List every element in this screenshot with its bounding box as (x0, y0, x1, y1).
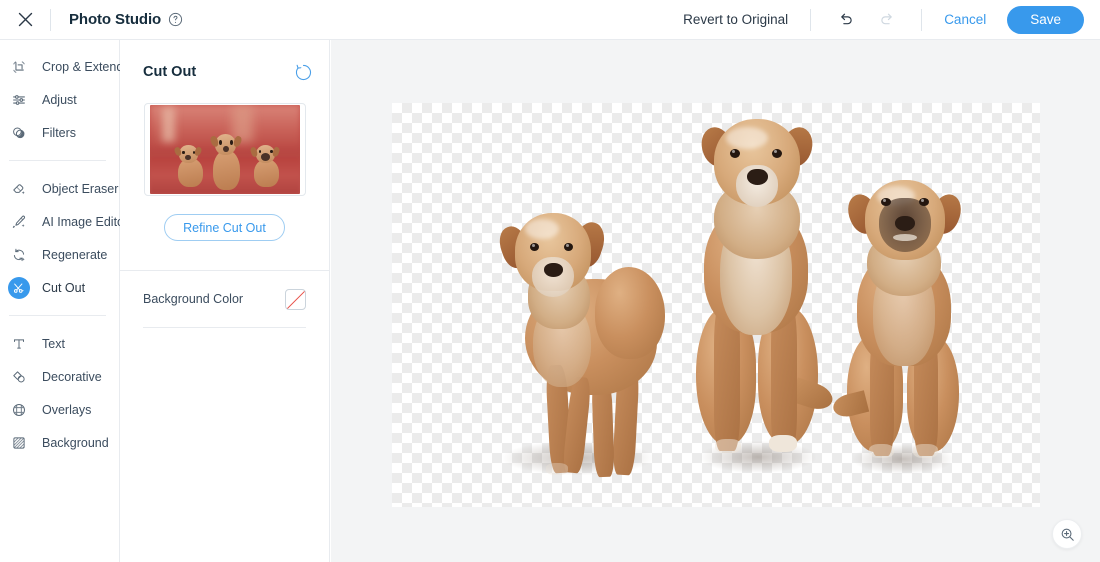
canvas-area[interactable] (331, 40, 1100, 562)
sidebar-item-ai-image-editor[interactable]: AI Image Editor (0, 205, 128, 238)
background-color-swatch[interactable] (285, 288, 306, 310)
sidebar-item-label: Crop & Extend (42, 59, 124, 74)
revert-to-original-button[interactable]: Revert to Original (683, 12, 788, 27)
artboard-transparent[interactable] (392, 103, 1040, 507)
dog-right (830, 176, 967, 479)
decorative-icon (9, 367, 29, 387)
help-circle-icon[interactable] (168, 12, 183, 27)
redo-icon (873, 7, 899, 33)
panel-header: Cut Out (120, 40, 329, 82)
sidebar-item-label: Regenerate (42, 247, 108, 262)
dog-center (692, 111, 836, 479)
page-title: Photo Studio (69, 11, 162, 28)
scissors-sparkle-icon (8, 276, 30, 299)
sidebar-item-label: AI Image Editor (42, 214, 129, 229)
crop-icon (9, 57, 29, 77)
dog-left (494, 205, 670, 480)
sidebar-item-decorative[interactable]: Decorative (0, 360, 119, 393)
sidebar-item-label: Text (42, 336, 65, 351)
sidebar-item-overlays[interactable]: Overlays (0, 393, 119, 426)
zoom-in-icon[interactable] (1052, 519, 1082, 549)
sidebar-item-background[interactable]: Background (0, 426, 119, 459)
eraser-sparkle-icon (9, 179, 29, 199)
text-icon (9, 334, 29, 354)
sidebar-item-object-eraser[interactable]: Object Eraser (0, 172, 119, 205)
sidebar-item-crop-extend[interactable]: Crop & Extend (0, 50, 123, 83)
sidebar-item-cut-out[interactable]: Cut Out (0, 271, 119, 304)
undo-icon[interactable] (833, 7, 859, 33)
overlays-icon (9, 400, 29, 420)
sidebar-divider-2 (9, 315, 106, 316)
sidebar-item-label: Overlays (42, 402, 92, 417)
sidebar-item-label: Background (42, 435, 109, 450)
reset-circular-arrow-icon[interactable] (293, 62, 313, 82)
panel-divider-2 (143, 327, 306, 328)
sidebar-item-label: Object Eraser (42, 181, 119, 196)
header-divider-2 (810, 8, 812, 31)
header-actions: Revert to Original Cancel Save (683, 5, 1100, 34)
sliders-icon (9, 90, 29, 110)
sidebar-item-filters[interactable]: Filters (0, 116, 119, 149)
app-header: Photo Studio Revert to Original Cancel S… (0, 0, 1100, 40)
sidebar-item-adjust[interactable]: Adjust (0, 83, 119, 116)
sidebar-item-regenerate[interactable]: Regenerate (0, 238, 119, 271)
sidebar-divider (9, 160, 106, 161)
save-button[interactable]: Save (1007, 5, 1084, 34)
cancel-button[interactable]: Cancel (944, 12, 986, 27)
cutout-thumbnail[interactable] (143, 103, 306, 196)
close-icon[interactable] (14, 9, 36, 31)
sidebar-item-label: Filters (42, 125, 77, 140)
regenerate-icon (9, 245, 29, 265)
background-color-label: Background Color (143, 292, 244, 306)
background-color-row[interactable]: Background Color (120, 271, 329, 327)
filters-icon (9, 123, 29, 143)
sidebar-item-label: Cut Out (42, 280, 86, 295)
thumbnail-image (149, 105, 300, 194)
sidebar-item-label: Decorative (42, 369, 102, 384)
background-pattern-icon (9, 433, 29, 453)
tools-sidebar: Crop & Extend Adjust Filters Object Eras… (0, 40, 128, 562)
brush-sparkle-icon (9, 212, 29, 232)
panel-title: Cut Out (143, 64, 197, 80)
sidebar-item-text[interactable]: Text (0, 327, 119, 360)
header-divider (50, 8, 51, 31)
sidebar-item-label: Adjust (42, 92, 77, 107)
header-divider-3 (921, 8, 923, 31)
photo-studio-app: Photo Studio Revert to Original Cancel S… (0, 0, 1100, 562)
cut-out-panel: Cut Out Refine Cut Out Background Color (120, 40, 330, 562)
refine-cut-out-button[interactable]: Refine Cut Out (164, 214, 285, 241)
